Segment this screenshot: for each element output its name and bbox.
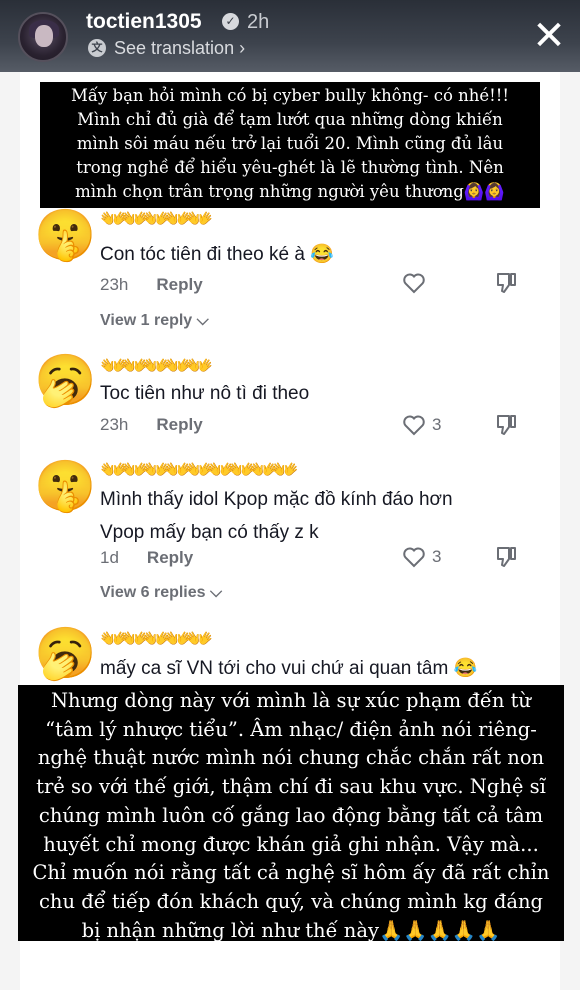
translate-icon: 文 <box>88 39 106 57</box>
username[interactable]: toctien1305 <box>86 10 202 34</box>
comment-avatar[interactable]: 🤫 <box>34 206 96 264</box>
comment-username[interactable]: 👐👐👐👐👐 <box>100 355 213 379</box>
story-caption-bottom: Nhưng dòng này với mình là sự xúc phạm đ… <box>18 685 564 942</box>
profile-avatar[interactable] <box>18 12 68 62</box>
heart-icon <box>403 415 425 436</box>
like-button[interactable]: 3 <box>402 413 441 437</box>
dislike-button[interactable] <box>494 545 518 573</box>
comment-username[interactable]: 👐👐👐👐👐 <box>100 628 213 652</box>
comment-avatar[interactable]: 🥱 <box>34 351 96 409</box>
heart-icon <box>403 273 425 294</box>
comment-text: Toc tiên như nô tì đi theo <box>100 383 310 404</box>
reply-button[interactable]: Reply <box>156 275 202 294</box>
comment-meta: 1d Reply <box>100 548 193 568</box>
story-time: 2h <box>247 11 270 33</box>
story-header: toctien1305 ✓ 2h 文 See translation › ✕ <box>0 0 580 72</box>
like-button[interactable]: 3 <box>402 545 441 569</box>
comment-avatar[interactable]: 🤫 <box>34 457 96 515</box>
story-caption-top: Mấy bạn hỏi mình có bị cyber bully không… <box>40 82 540 208</box>
like-count: 3 <box>432 547 442 566</box>
view-replies-button[interactable]: View 1 reply ⌵ <box>100 312 209 330</box>
comment-text: Con tóc tiên đi theo ké à 😂 <box>100 244 334 265</box>
close-icon[interactable]: ✕ <box>526 13 572 59</box>
reply-button[interactable]: Reply <box>147 548 193 567</box>
reply-button[interactable]: Reply <box>156 415 202 434</box>
thumb-down-icon <box>497 547 516 567</box>
comment-time: 23h <box>100 415 129 434</box>
comment-meta: 23h Reply <box>100 415 203 435</box>
heart-icon <box>403 547 425 568</box>
thumb-down-icon <box>497 273 516 293</box>
comment-time: 1d <box>100 548 119 567</box>
thumb-down-icon <box>497 415 516 435</box>
like-count: 3 <box>432 415 442 434</box>
verified-icon: ✓ <box>222 13 239 30</box>
comment-meta: 23h Reply <box>100 275 203 295</box>
comment-text: mấy ca sĩ VN tới cho vui chứ ai quan tâm… <box>100 658 478 679</box>
comment-text: Mình thấy idol Kpop mặc đồ kính đáo hơn … <box>100 489 453 543</box>
comment-avatar[interactable]: 🥱 <box>34 624 96 682</box>
view-replies-button[interactable]: View 6 replies ⌵ <box>100 584 222 602</box>
see-translation-button[interactable]: 文 See translation › <box>88 37 245 59</box>
like-button[interactable] <box>402 271 432 295</box>
see-translation-label: See translation › <box>114 37 246 58</box>
comment-time: 23h <box>100 275 129 294</box>
dislike-button[interactable] <box>494 413 518 441</box>
comment-username[interactable]: 👐👐👐👐👐 <box>100 208 213 232</box>
comment-username[interactable]: 👐👐👐👐👐👐👐👐👐 <box>100 459 299 483</box>
dislike-button[interactable] <box>494 271 518 299</box>
